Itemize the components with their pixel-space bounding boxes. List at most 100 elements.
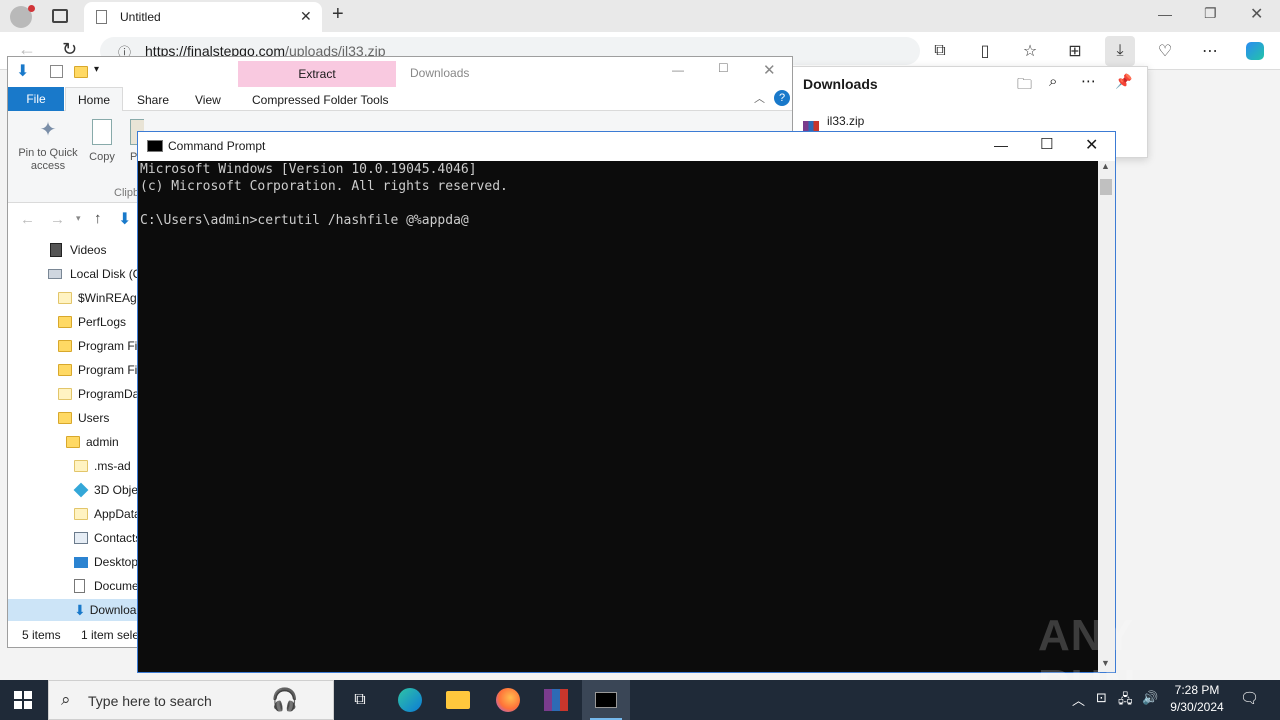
tree-label: Program Fil bbox=[78, 363, 141, 377]
tree-item-contacts[interactable]: Contacts bbox=[74, 527, 141, 549]
pin-icon[interactable]: 📌 bbox=[1115, 73, 1132, 90]
tree-label: Videos bbox=[70, 243, 107, 257]
volume-icon[interactable]: 🔊 bbox=[1142, 690, 1158, 706]
split-screen-icon[interactable]: ▯ bbox=[970, 36, 1000, 66]
search-icon[interactable]: ⌕ bbox=[1049, 73, 1057, 90]
3d-objects-icon bbox=[73, 482, 89, 498]
download-file-name[interactable]: il33.zip bbox=[827, 114, 864, 128]
tree-item-program-files[interactable]: Program Fil bbox=[58, 335, 140, 357]
copy-button[interactable]: Copy bbox=[86, 117, 118, 167]
ribbon-collapse-icon[interactable]: ︿ bbox=[754, 90, 765, 106]
drive-icon bbox=[48, 269, 62, 279]
help-icon[interactable]: ? bbox=[774, 90, 790, 106]
file-explorer-taskbar-button[interactable] bbox=[434, 680, 482, 720]
tree-item-3d-objects[interactable]: 3D Objec bbox=[73, 479, 144, 501]
pin-quick-access-button[interactable]: ✦ Pin to Quick access bbox=[12, 117, 84, 181]
tab-view[interactable]: View bbox=[195, 93, 221, 107]
copy-icon bbox=[92, 119, 112, 145]
cmd-scrollbar[interactable]: ▲ ▼ bbox=[1098, 161, 1115, 672]
customize-toolbar-icon[interactable]: ▾ bbox=[94, 64, 99, 75]
tab-compressed-folder-tools[interactable]: Compressed Folder Tools bbox=[252, 93, 389, 107]
new-folder-icon[interactable] bbox=[74, 66, 88, 78]
quick-access-down-icon[interactable]: ⬇ bbox=[16, 61, 29, 81]
documents-icon bbox=[74, 579, 85, 593]
cmd-taskbar-button[interactable] bbox=[582, 680, 630, 720]
extensions-icon[interactable]: ⧉ bbox=[925, 36, 955, 66]
cmd-console[interactable]: Microsoft Windows [Version 10.0.19045.40… bbox=[138, 161, 1135, 710]
tray-app-icon[interactable]: ⊡ bbox=[1096, 690, 1107, 706]
cmd-maximize-button[interactable]: ☐ bbox=[1040, 135, 1053, 153]
explorer-minimize-button[interactable]: — bbox=[672, 63, 684, 77]
firefox-taskbar-button[interactable] bbox=[484, 680, 532, 720]
tree-item-winreagent[interactable]: $WinREAge bbox=[58, 287, 143, 309]
start-button[interactable] bbox=[14, 691, 32, 709]
explorer-close-button[interactable]: ✕ bbox=[763, 61, 776, 79]
taskbar-search[interactable]: ⌕ Type here to search 🎧 bbox=[48, 680, 334, 720]
nav-back-icon[interactable]: ← bbox=[20, 211, 35, 228]
tree-item-appdata[interactable]: AppData bbox=[74, 503, 141, 525]
tree-item-ms-ad[interactable]: .ms-ad bbox=[74, 455, 131, 477]
tree-label: ProgramDa bbox=[78, 387, 140, 401]
performance-icon[interactable]: ♡ bbox=[1150, 36, 1180, 66]
scroll-up-icon[interactable]: ▲ bbox=[1101, 161, 1110, 171]
tree-label: Local Disk (C bbox=[70, 267, 142, 281]
desktop-icon bbox=[74, 556, 88, 568]
command-prompt-window: Command Prompt — ☐ ✕ Microsoft Windows [… bbox=[137, 131, 1135, 710]
clock-date: 9/30/2024 bbox=[1170, 700, 1224, 714]
tab-home[interactable]: Home bbox=[65, 87, 123, 112]
tray-overflow-icon[interactable]: ︿ bbox=[1072, 690, 1085, 709]
task-view-button[interactable]: ⧉ bbox=[336, 680, 384, 720]
browser-tab[interactable]: Untitled ✕ bbox=[84, 2, 322, 32]
cmd-minimize-button[interactable]: — bbox=[994, 137, 1008, 153]
cmd-title-bar: Command Prompt — ☐ ✕ bbox=[138, 132, 1115, 161]
properties-icon[interactable] bbox=[50, 65, 63, 78]
more-options-icon[interactable]: ⋯ bbox=[1195, 36, 1225, 66]
tree-item-perflogs[interactable]: PerfLogs bbox=[58, 311, 126, 333]
collections-icon[interactable]: ⊞ bbox=[1060, 36, 1090, 66]
tab-title: Untitled bbox=[120, 10, 161, 24]
folder-icon bbox=[58, 412, 72, 424]
folder-icon bbox=[58, 316, 72, 328]
copilot-icon[interactable] bbox=[1240, 36, 1270, 66]
tree-item-local-disk[interactable]: Local Disk (C bbox=[48, 263, 141, 285]
tree-item-desktop[interactable]: Desktop bbox=[74, 551, 138, 573]
explorer-maximize-button[interactable]: ☐ bbox=[718, 61, 729, 75]
clock-time: 7:28 PM bbox=[1174, 683, 1220, 697]
winrar-taskbar-button[interactable] bbox=[532, 680, 580, 720]
open-folder-icon[interactable]: 🗀 bbox=[1017, 74, 1032, 99]
tree-item-program-files-x86[interactable]: Program Fil bbox=[58, 359, 140, 381]
downloads-icon[interactable]: ⤓ bbox=[1105, 36, 1135, 66]
tree-item-programdata[interactable]: ProgramDa bbox=[58, 383, 139, 405]
browser-close-button[interactable]: ✕ bbox=[1250, 4, 1263, 24]
tree-item-downloads[interactable]: ⬇ Downloa bbox=[8, 599, 138, 621]
more-icon[interactable]: ⋯ bbox=[1081, 72, 1096, 90]
tree-item-videos[interactable]: Videos bbox=[50, 239, 106, 261]
extract-context-tab[interactable]: Extract bbox=[238, 61, 396, 87]
scroll-thumb[interactable] bbox=[1100, 179, 1112, 195]
nav-forward-icon[interactable]: → bbox=[50, 211, 65, 228]
scroll-down-icon[interactable]: ▼ bbox=[1101, 658, 1110, 668]
tree-item-admin[interactable]: admin bbox=[66, 431, 119, 453]
tree-label: AppData bbox=[94, 507, 141, 521]
tree-item-users[interactable]: Users bbox=[58, 407, 109, 429]
tab-actions-icon[interactable] bbox=[52, 9, 68, 23]
nav-up-icon[interactable]: ↑ bbox=[94, 210, 102, 227]
favorites-icon[interactable]: ☆ bbox=[1015, 36, 1045, 66]
browser-maximize-button[interactable]: ❐ bbox=[1204, 5, 1217, 22]
browser-minimize-button[interactable]: — bbox=[1158, 6, 1172, 22]
notifications-icon[interactable]: 🗨 bbox=[1240, 689, 1259, 707]
recent-locations-icon[interactable]: ▾ bbox=[76, 213, 81, 224]
new-tab-button[interactable]: + bbox=[332, 3, 344, 26]
folder-icon bbox=[58, 364, 72, 376]
task-view-icon: ⧉ bbox=[354, 691, 366, 708]
tree-item-documents[interactable]: Docume bbox=[74, 575, 139, 597]
cmd-close-button[interactable]: ✕ bbox=[1085, 135, 1098, 155]
tree-label: Downloa bbox=[89, 603, 137, 617]
copy-label: Copy bbox=[89, 151, 115, 163]
tab-close-icon[interactable]: ✕ bbox=[300, 8, 312, 25]
tab-file[interactable]: File bbox=[8, 87, 64, 111]
network-icon[interactable]: 🖧 bbox=[1118, 690, 1133, 712]
clock[interactable]: 7:28 PM 9/30/2024 bbox=[1162, 683, 1232, 714]
edge-taskbar-button[interactable] bbox=[386, 680, 434, 720]
tab-share[interactable]: Share bbox=[137, 93, 169, 107]
